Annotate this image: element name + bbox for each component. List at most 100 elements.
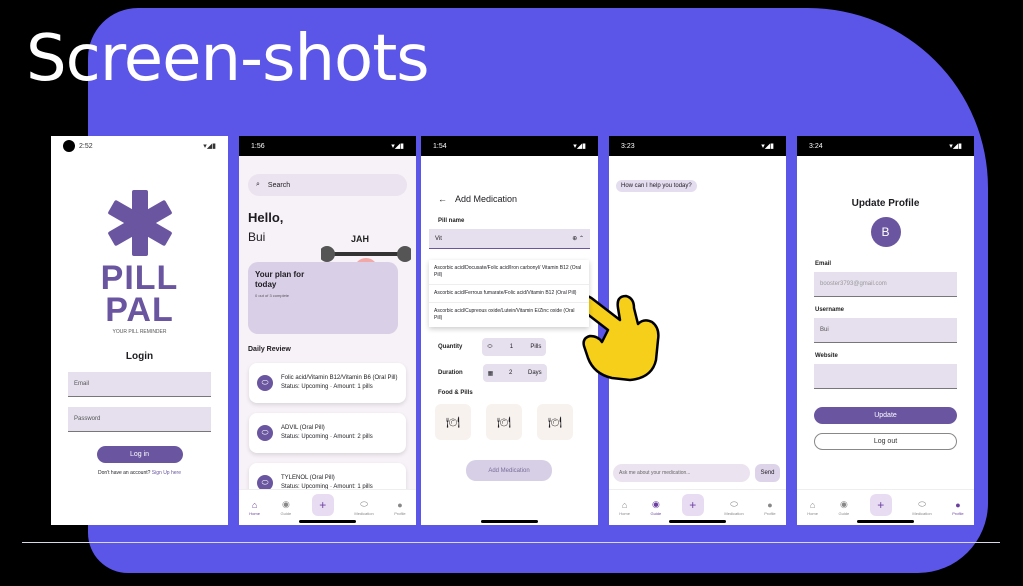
nav-medication[interactable]: ⬭ Medication xyxy=(354,499,373,516)
nav-label: Medication xyxy=(724,511,744,516)
status-bar: 1:54 ▾◢▮ xyxy=(421,136,598,156)
chat-icon: ◉ xyxy=(281,499,290,509)
nav-guide[interactable]: ◉ Guide xyxy=(839,499,850,516)
add-button[interactable]: + xyxy=(681,493,704,516)
login-heading: Login xyxy=(125,351,154,362)
home-screen: 1:56 ▾◢▮ ⌕ Search Hello, Bui JAH Your plan… xyxy=(239,136,416,525)
screen-title: Add Medication xyxy=(455,194,518,204)
svg-text:JAH: JAH xyxy=(351,234,369,244)
camera-icon xyxy=(63,140,75,152)
medication-card[interactable]: ⬭ ADVIL (Oral Pill) Status: Upcoming · Am… xyxy=(249,413,406,453)
nav-home[interactable]: ⌂ Home xyxy=(249,500,260,516)
status-time: 1:56 xyxy=(251,142,265,150)
nav-label: Guide xyxy=(280,511,292,516)
nav-guide[interactable]: ◉ Guide xyxy=(281,499,292,516)
dropdown-option[interactable]: Ascorbic acid/Ferrous fumarate/Folic aci… xyxy=(429,285,589,303)
pill-name-label: Pill name xyxy=(438,218,465,224)
website-label: Website xyxy=(815,353,838,359)
nav-profile[interactable]: ● Profile xyxy=(952,500,963,516)
plan-card[interactable]: Your plan for today 0 out of 3 complete xyxy=(248,262,398,334)
username-label: Username xyxy=(815,307,845,313)
profile-screen: 3:24 ▾◢▮ Update Profile B Email booster37… xyxy=(797,136,974,525)
nav-profile[interactable]: ● Profile xyxy=(764,500,775,516)
search-icon: ⌕ xyxy=(256,181,260,188)
nav-label: Home xyxy=(807,510,818,516)
username-field[interactable]: Bui xyxy=(814,318,957,343)
add-button[interactable]: + xyxy=(869,493,892,516)
home-indicator xyxy=(481,520,538,523)
nav-label: Medication xyxy=(354,511,374,516)
pill-name-input[interactable]: Vit ⊕ ⌃ xyxy=(429,229,590,249)
duration-input[interactable]: ▦ 2 Days xyxy=(482,364,547,382)
signal-icon: ▾◢▮ xyxy=(761,143,774,150)
nav-medication[interactable]: ⬭ Medication xyxy=(912,499,931,516)
medication-card[interactable]: ⬭ Folic acid/Vitamin B12/Vitamin B6 (Ora… xyxy=(249,363,406,403)
status-time: 1:54 xyxy=(433,142,447,150)
signal-icon: ▾◢▮ xyxy=(391,143,404,150)
with-food-icon[interactable]: 🍽 xyxy=(486,404,522,440)
no-account-text: Don't have an account? xyxy=(98,470,151,476)
logout-button[interactable]: Log out xyxy=(814,433,957,450)
avatar[interactable]: B xyxy=(870,217,901,247)
pill-nav-icon: ⬭ xyxy=(360,499,368,509)
status-bar: 3:24 ▾◢▮ xyxy=(797,136,974,156)
logo-line1: PILL xyxy=(100,259,179,297)
before-food-icon[interactable]: 🍽 xyxy=(435,404,471,440)
website-field[interactable] xyxy=(814,364,957,389)
email-field[interactable]: booster3793@gmail.com xyxy=(814,272,957,297)
chat-icon: ◉ xyxy=(651,499,660,509)
after-food-icon[interactable]: 🍽 xyxy=(537,404,573,440)
nav-medication[interactable]: ⬭ Medication xyxy=(724,499,743,516)
food-label: Food & Pills xyxy=(438,390,473,396)
quantity-input[interactable]: ⬭ 1 Pills xyxy=(482,338,547,356)
login-screen: 2:52 ▾◢▮ PILL PAL YOUR PILL REMINDER Log… xyxy=(51,136,228,525)
signup-link[interactable]: Sign Up here xyxy=(152,470,181,476)
add-button[interactable]: + xyxy=(311,493,334,516)
password-field[interactable]: Password xyxy=(68,407,211,432)
signal-icon: ▾◢▮ xyxy=(573,143,586,150)
login-button[interactable]: Log in xyxy=(96,446,183,463)
pill-nav-icon: ⬭ xyxy=(730,499,738,509)
update-button[interactable]: Update xyxy=(814,407,957,424)
nav-label: Home xyxy=(249,510,260,516)
quantity-label: Quantity xyxy=(438,344,463,350)
nav-label: Profile xyxy=(952,510,964,516)
chat-icon: ◉ xyxy=(839,499,848,509)
add-medication-button[interactable]: Add Medication xyxy=(466,460,552,481)
email-field[interactable]: Email xyxy=(68,372,211,397)
home-icon: ⌂ xyxy=(809,499,816,510)
search-bar[interactable]: ⌕ Search xyxy=(248,174,407,196)
nav-label: Profile xyxy=(394,510,406,516)
status-bar: 1:56 ▾◢▮ xyxy=(239,136,416,156)
chat-bubble: How can I help you today? xyxy=(616,180,697,192)
nav-home[interactable]: ⌂ Home xyxy=(807,500,818,516)
logo-star-icon xyxy=(51,190,228,256)
nav-guide[interactable]: ◉ Guide xyxy=(651,499,662,516)
dropdown-option[interactable]: Ascorbic acid/Cupreous oxide/Lutein/Vita… xyxy=(429,303,589,327)
home-indicator xyxy=(669,520,726,523)
pill-icon: ⬭ xyxy=(257,425,273,441)
nav-home[interactable]: ⌂ Home xyxy=(619,500,630,516)
quantity-value: 1 xyxy=(509,344,514,350)
quantity-unit: Pills xyxy=(530,344,542,350)
card-status: Status: Upcoming · Amount: 2 pills xyxy=(281,434,373,440)
clear-icon[interactable]: ⊕ ⌃ xyxy=(572,235,584,242)
signal-icon: ▾◢▮ xyxy=(949,143,962,150)
pill-name-value: Vit xyxy=(435,235,442,242)
greeting: Hello, xyxy=(248,210,284,225)
send-button[interactable]: Send xyxy=(755,464,780,482)
chat-input[interactable]: Ask me about your medication... xyxy=(613,464,750,482)
plan-title: Your plan for today xyxy=(255,270,305,289)
dropdown-option[interactable]: Ascorbic acid/Docusate/Folic acid/Iron c… xyxy=(429,260,589,285)
status-bar: 3:23 ▾◢▮ xyxy=(609,136,786,156)
nav-profile[interactable]: ● Profile xyxy=(394,500,405,516)
status-time: 3:23 xyxy=(621,142,635,150)
back-arrow-icon[interactable]: ← xyxy=(438,194,447,204)
profile-title: Update Profile xyxy=(851,198,920,209)
daily-review-heading: Daily Review xyxy=(248,346,291,353)
calendar-icon: ▦ xyxy=(487,370,494,377)
status-time: 3:24 xyxy=(809,142,823,150)
home-indicator xyxy=(299,520,356,523)
home-icon: ⌂ xyxy=(621,499,628,510)
duration-value: 2 xyxy=(509,370,513,376)
